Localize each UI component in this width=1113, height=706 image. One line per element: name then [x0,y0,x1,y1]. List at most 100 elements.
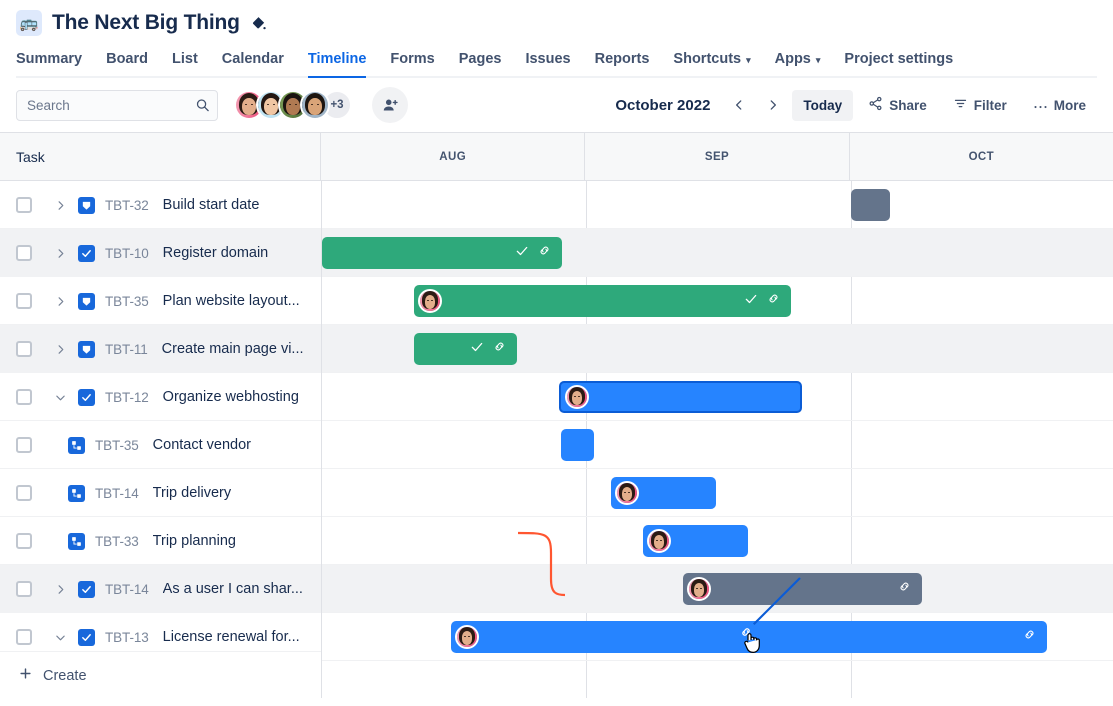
gantt-bar[interactable] [559,381,802,413]
row-checkbox[interactable] [16,629,32,645]
issue-summary[interactable]: Organize webhosting [163,389,299,405]
issue-key[interactable]: TBT-14 [105,582,149,597]
share-button[interactable]: Share [857,90,938,121]
issue-key[interactable]: TBT-12 [105,390,149,405]
row-checkbox[interactable] [16,293,32,309]
today-button[interactable]: Today [792,90,853,121]
tab-board[interactable]: Board [94,42,160,76]
chevron-right-icon[interactable] [48,241,72,265]
dependency-link-handle[interactable] [735,621,757,643]
epic-icon [78,341,95,358]
issue-summary[interactable]: License renewal for... [163,629,300,645]
search-input[interactable] [16,90,218,121]
issue-summary[interactable]: Create main page vi... [162,341,304,357]
task-row-info: TBT-35 Plan website layout... [0,277,321,325]
subtask-icon [68,533,85,550]
chevron-right-icon[interactable] [48,193,72,217]
issue-summary[interactable]: Plan website layout... [163,293,300,309]
row-checkbox[interactable] [16,485,32,501]
issue-summary[interactable]: Trip delivery [153,485,231,501]
check-icon[interactable] [744,292,758,311]
table-row[interactable]: TBT-33 Trip planning [0,517,1113,565]
issue-key[interactable]: TBT-35 [105,294,149,309]
task-row-info: TBT-11 Create main page vi... [0,325,321,373]
check-icon[interactable] [470,340,484,359]
tab-apps[interactable]: Apps ▾ [763,42,833,76]
gantt-bar[interactable] [414,285,791,317]
chevron-right-icon[interactable] [48,337,72,361]
gantt-bar[interactable] [851,189,890,221]
previous-period-button[interactable] [724,90,754,120]
tab-issues[interactable]: Issues [513,42,582,76]
tab-timeline[interactable]: Timeline [296,42,379,76]
issue-summary[interactable]: Trip planning [153,533,236,549]
avatar[interactable] [300,90,330,120]
table-row[interactable]: TBT-14 Trip delivery [0,469,1113,517]
link-icon[interactable] [493,340,506,358]
add-person-icon[interactable] [372,87,408,123]
tab-list[interactable]: List [160,42,210,76]
tab-shortcuts[interactable]: Shortcuts ▾ [661,42,762,76]
issue-summary[interactable]: Contact vendor [153,437,251,453]
table-row[interactable]: TBT-12 Organize webhosting [0,373,1113,421]
more-button[interactable]: More [1022,90,1097,121]
issue-key[interactable]: TBT-13 [105,630,149,645]
row-checkbox[interactable] [16,389,32,405]
task-row-info: TBT-12 Organize webhosting [0,373,321,421]
filter-button[interactable]: Filter [942,90,1018,121]
gantt-bar[interactable] [611,477,716,509]
row-checkbox[interactable] [16,437,32,453]
issue-key[interactable]: TBT-11 [105,342,148,357]
gantt-bar[interactable] [561,429,594,461]
chevron-right-icon[interactable] [48,289,72,313]
row-checkbox[interactable] [16,533,32,549]
tab-label: List [172,42,198,76]
task-column-divider [321,181,322,698]
create-issue-button[interactable]: Create [0,651,321,698]
issue-key[interactable]: TBT-35 [95,438,139,453]
magnifier-icon[interactable] [195,98,210,113]
gantt-bar[interactable] [414,333,517,365]
link-icon[interactable] [767,292,780,310]
tab-calendar[interactable]: Calendar [210,42,296,76]
pen-edit-icon[interactable] [250,15,267,32]
tab-pages[interactable]: Pages [447,42,514,76]
row-checkbox[interactable] [16,245,32,261]
tab-summary[interactable]: Summary [16,42,94,76]
task-check-icon [78,389,95,406]
row-checkbox[interactable] [16,197,32,213]
chevron-right-icon[interactable] [48,577,72,601]
bar-icon-group [470,340,517,359]
task-row-info: TBT-33 Trip planning [0,517,321,565]
issue-key[interactable]: TBT-33 [95,534,139,549]
table-row[interactable]: TBT-11 Create main page vi... [0,325,1113,373]
share-node-icon [868,96,883,114]
link-icon[interactable] [538,244,551,262]
chevron-down-icon[interactable] [48,625,72,649]
link-icon[interactable] [1023,628,1036,646]
check-icon[interactable] [515,244,529,263]
table-row[interactable]: TBT-14 As a user I can shar... [0,565,1113,613]
tab-reports[interactable]: Reports [583,42,662,76]
project-title-row: 🚌 The Next Big Thing [16,8,1097,38]
issue-key[interactable]: TBT-32 [105,198,149,213]
row-checkbox[interactable] [16,341,32,357]
issue-summary[interactable]: As a user I can shar... [163,581,303,597]
tab-forms[interactable]: Forms [378,42,446,76]
table-row[interactable]: TBT-32 Build start date [0,181,1113,229]
issue-key[interactable]: TBT-10 [105,246,149,261]
table-row[interactable]: TBT-35 Contact vendor [0,421,1113,469]
link-icon[interactable] [898,580,911,598]
issue-summary[interactable]: Register domain [163,245,269,261]
tab-project-settings[interactable]: Project settings [832,42,965,76]
gantt-bar[interactable] [322,237,562,269]
chevron-down-icon[interactable] [48,385,72,409]
gantt-bar[interactable] [683,573,922,605]
issue-summary[interactable]: Build start date [163,197,260,213]
current-month-label: October 2022 [615,97,710,114]
issue-key[interactable]: TBT-14 [95,486,139,501]
chevron-down-icon: ▾ [816,43,821,77]
row-checkbox[interactable] [16,581,32,597]
next-period-button[interactable] [758,90,788,120]
gantt-bar[interactable] [643,525,748,557]
